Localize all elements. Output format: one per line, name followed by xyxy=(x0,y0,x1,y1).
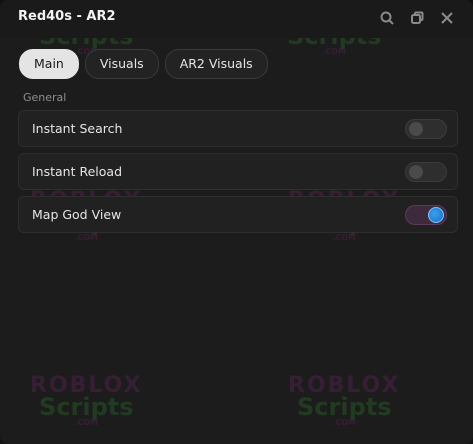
tab-ar2-visuals[interactable]: AR2 Visuals xyxy=(164,49,268,79)
toggle-knob xyxy=(409,165,423,179)
option-row-instant-search: Instant Search xyxy=(18,110,458,147)
copy-icon xyxy=(411,11,424,24)
map-god-view-toggle[interactable] xyxy=(405,205,447,225)
option-label: Map God View xyxy=(32,207,122,222)
watermark-logo: ROBLOX Scripts .COM xyxy=(288,373,401,427)
option-row-map-god-view: Map God View xyxy=(18,196,458,233)
instant-search-toggle[interactable] xyxy=(405,119,447,139)
copy-button[interactable] xyxy=(407,8,427,28)
tab-main[interactable]: Main xyxy=(19,49,79,79)
search-button[interactable] xyxy=(377,8,397,28)
search-icon xyxy=(380,11,394,25)
close-button[interactable] xyxy=(437,8,457,28)
instant-reload-toggle[interactable] xyxy=(405,162,447,182)
option-label: Instant Search xyxy=(32,121,123,136)
close-icon xyxy=(441,12,453,24)
option-label: Instant Reload xyxy=(32,164,123,179)
app-window: ROBLOX Scripts .COM ROBLOX Scripts .COM … xyxy=(0,0,473,444)
toggle-knob xyxy=(428,207,444,223)
window-title: Red40s - AR2 xyxy=(18,9,116,24)
title-actions xyxy=(377,8,457,28)
option-row-instant-reload: Instant Reload xyxy=(18,153,458,190)
section-label-general: General xyxy=(23,91,67,104)
title-bar[interactable]: Red40s - AR2 xyxy=(0,0,473,38)
options-list: Instant Search Instant Reload Map God Vi… xyxy=(18,110,458,239)
tab-bar: Main Visuals AR2 Visuals xyxy=(19,49,268,79)
tab-visuals[interactable]: Visuals xyxy=(84,49,159,79)
toggle-knob xyxy=(409,122,423,136)
watermark-logo: ROBLOX Scripts .COM xyxy=(30,373,143,427)
